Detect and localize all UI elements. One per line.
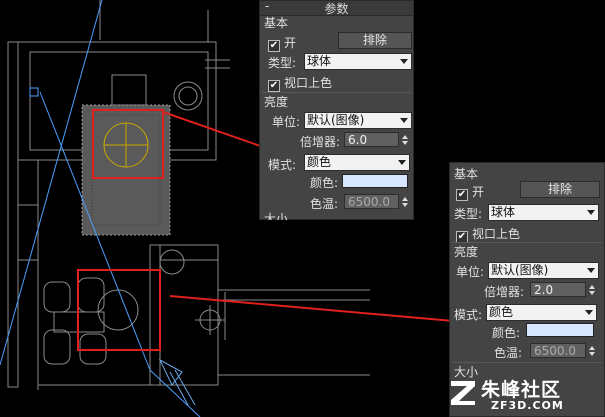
- color-swatch[interactable]: [526, 323, 594, 337]
- section-size[interactable]: 大小: [264, 210, 288, 220]
- viewport-shading-row[interactable]: ✔ 视口上色: [456, 225, 520, 243]
- chevron-down-icon: [400, 59, 408, 64]
- chevron-down-icon: [585, 310, 593, 315]
- on-label: 开: [284, 36, 297, 50]
- unit-label: 单位:: [456, 265, 485, 279]
- mode-label: 模式:: [454, 308, 483, 322]
- unit-select-value: 默认(图像): [491, 263, 549, 277]
- on-checkbox-row[interactable]: ✔ 开: [456, 183, 484, 201]
- brand-name-cn: 朱峰社区: [481, 379, 562, 401]
- exclude-button[interactable]: 排除: [520, 181, 600, 198]
- viewport-shading-label: 视口上色: [472, 227, 521, 241]
- type-select[interactable]: 球体: [488, 204, 599, 221]
- section-basic[interactable]: 基本: [264, 14, 288, 31]
- multiplier-spinner[interactable]: 2.0: [530, 282, 595, 297]
- color-temp-value: 6500.0: [348, 195, 390, 209]
- spinner-arrows-icon[interactable]: [400, 195, 409, 209]
- unit-select[interactable]: 默认(图像): [488, 262, 599, 279]
- multiplier-spinner[interactable]: 6.0: [344, 132, 408, 147]
- chevron-down-icon: [400, 118, 408, 123]
- color-temp-spinner[interactable]: 6500.0: [344, 194, 408, 209]
- color-temp-spinner[interactable]: 6500.0: [530, 343, 595, 358]
- mode-select[interactable]: 颜色: [304, 154, 410, 171]
- type-select-value: 球体: [307, 54, 332, 68]
- unit-select-value: 默认(图像): [307, 113, 365, 127]
- spinner-arrows-icon[interactable]: [400, 133, 409, 147]
- unit-select[interactable]: 默认(图像): [304, 112, 412, 129]
- multiplier-label: 倍增器:: [484, 285, 525, 299]
- chevron-down-icon: [398, 160, 406, 165]
- color-temp-label: 色温:: [310, 197, 339, 211]
- section-brightness[interactable]: 亮度: [264, 93, 288, 110]
- color-swatch[interactable]: [342, 174, 408, 188]
- viewport-shading-label: 视口上色: [284, 76, 333, 90]
- mode-label: 模式:: [268, 158, 297, 172]
- on-checkbox[interactable]: ✔: [268, 40, 280, 52]
- viewport-shading-row[interactable]: ✔ 视口上色: [268, 74, 332, 92]
- section-brightness[interactable]: 亮度: [454, 243, 478, 260]
- spinner-arrows-icon[interactable]: [587, 283, 596, 297]
- mode-select-value: 颜色: [489, 305, 514, 319]
- multiplier-value: 2.0: [534, 283, 554, 297]
- brand-logo-icon: [451, 381, 475, 405]
- spinner-arrows-icon[interactable]: [587, 344, 596, 358]
- type-select[interactable]: 球体: [304, 53, 412, 70]
- viewport-shading-checkbox[interactable]: ✔: [268, 80, 280, 92]
- color-temp-value: 6500.0: [534, 344, 576, 358]
- unit-label: 单位:: [272, 115, 301, 129]
- multiplier-label: 倍增器:: [300, 135, 341, 149]
- on-label: 开: [472, 185, 485, 199]
- brand-name-en: ZF3D.COM: [491, 399, 564, 412]
- type-label: 类型:: [454, 207, 483, 221]
- multiplier-value: 6.0: [348, 133, 368, 147]
- exclude-button[interactable]: 排除: [338, 32, 412, 49]
- light-parameters-panel-back: - 参数 基本 ✔ 开 排除 类型: 球体 ✔ 视口上色 亮度 单位: 默认(图像)…: [259, 0, 414, 220]
- chevron-down-icon: [587, 268, 595, 273]
- on-checkbox-row[interactable]: ✔ 开: [268, 34, 296, 52]
- on-checkbox[interactable]: ✔: [456, 189, 468, 201]
- color-temp-label: 色温:: [494, 346, 523, 360]
- mode-select[interactable]: 颜色: [486, 304, 597, 321]
- color-label: 颜色:: [310, 176, 339, 190]
- brand-watermark: 朱峰社区 ZF3D.COM: [449, 375, 599, 415]
- section-basic[interactable]: 基本: [454, 165, 478, 182]
- color-label: 颜色:: [492, 326, 521, 340]
- chevron-down-icon: [587, 210, 595, 215]
- mode-select-value: 颜色: [307, 155, 332, 169]
- type-label: 类型:: [268, 56, 297, 70]
- carpet-hatch: [81, 104, 171, 236]
- type-select-value: 球体: [491, 205, 516, 219]
